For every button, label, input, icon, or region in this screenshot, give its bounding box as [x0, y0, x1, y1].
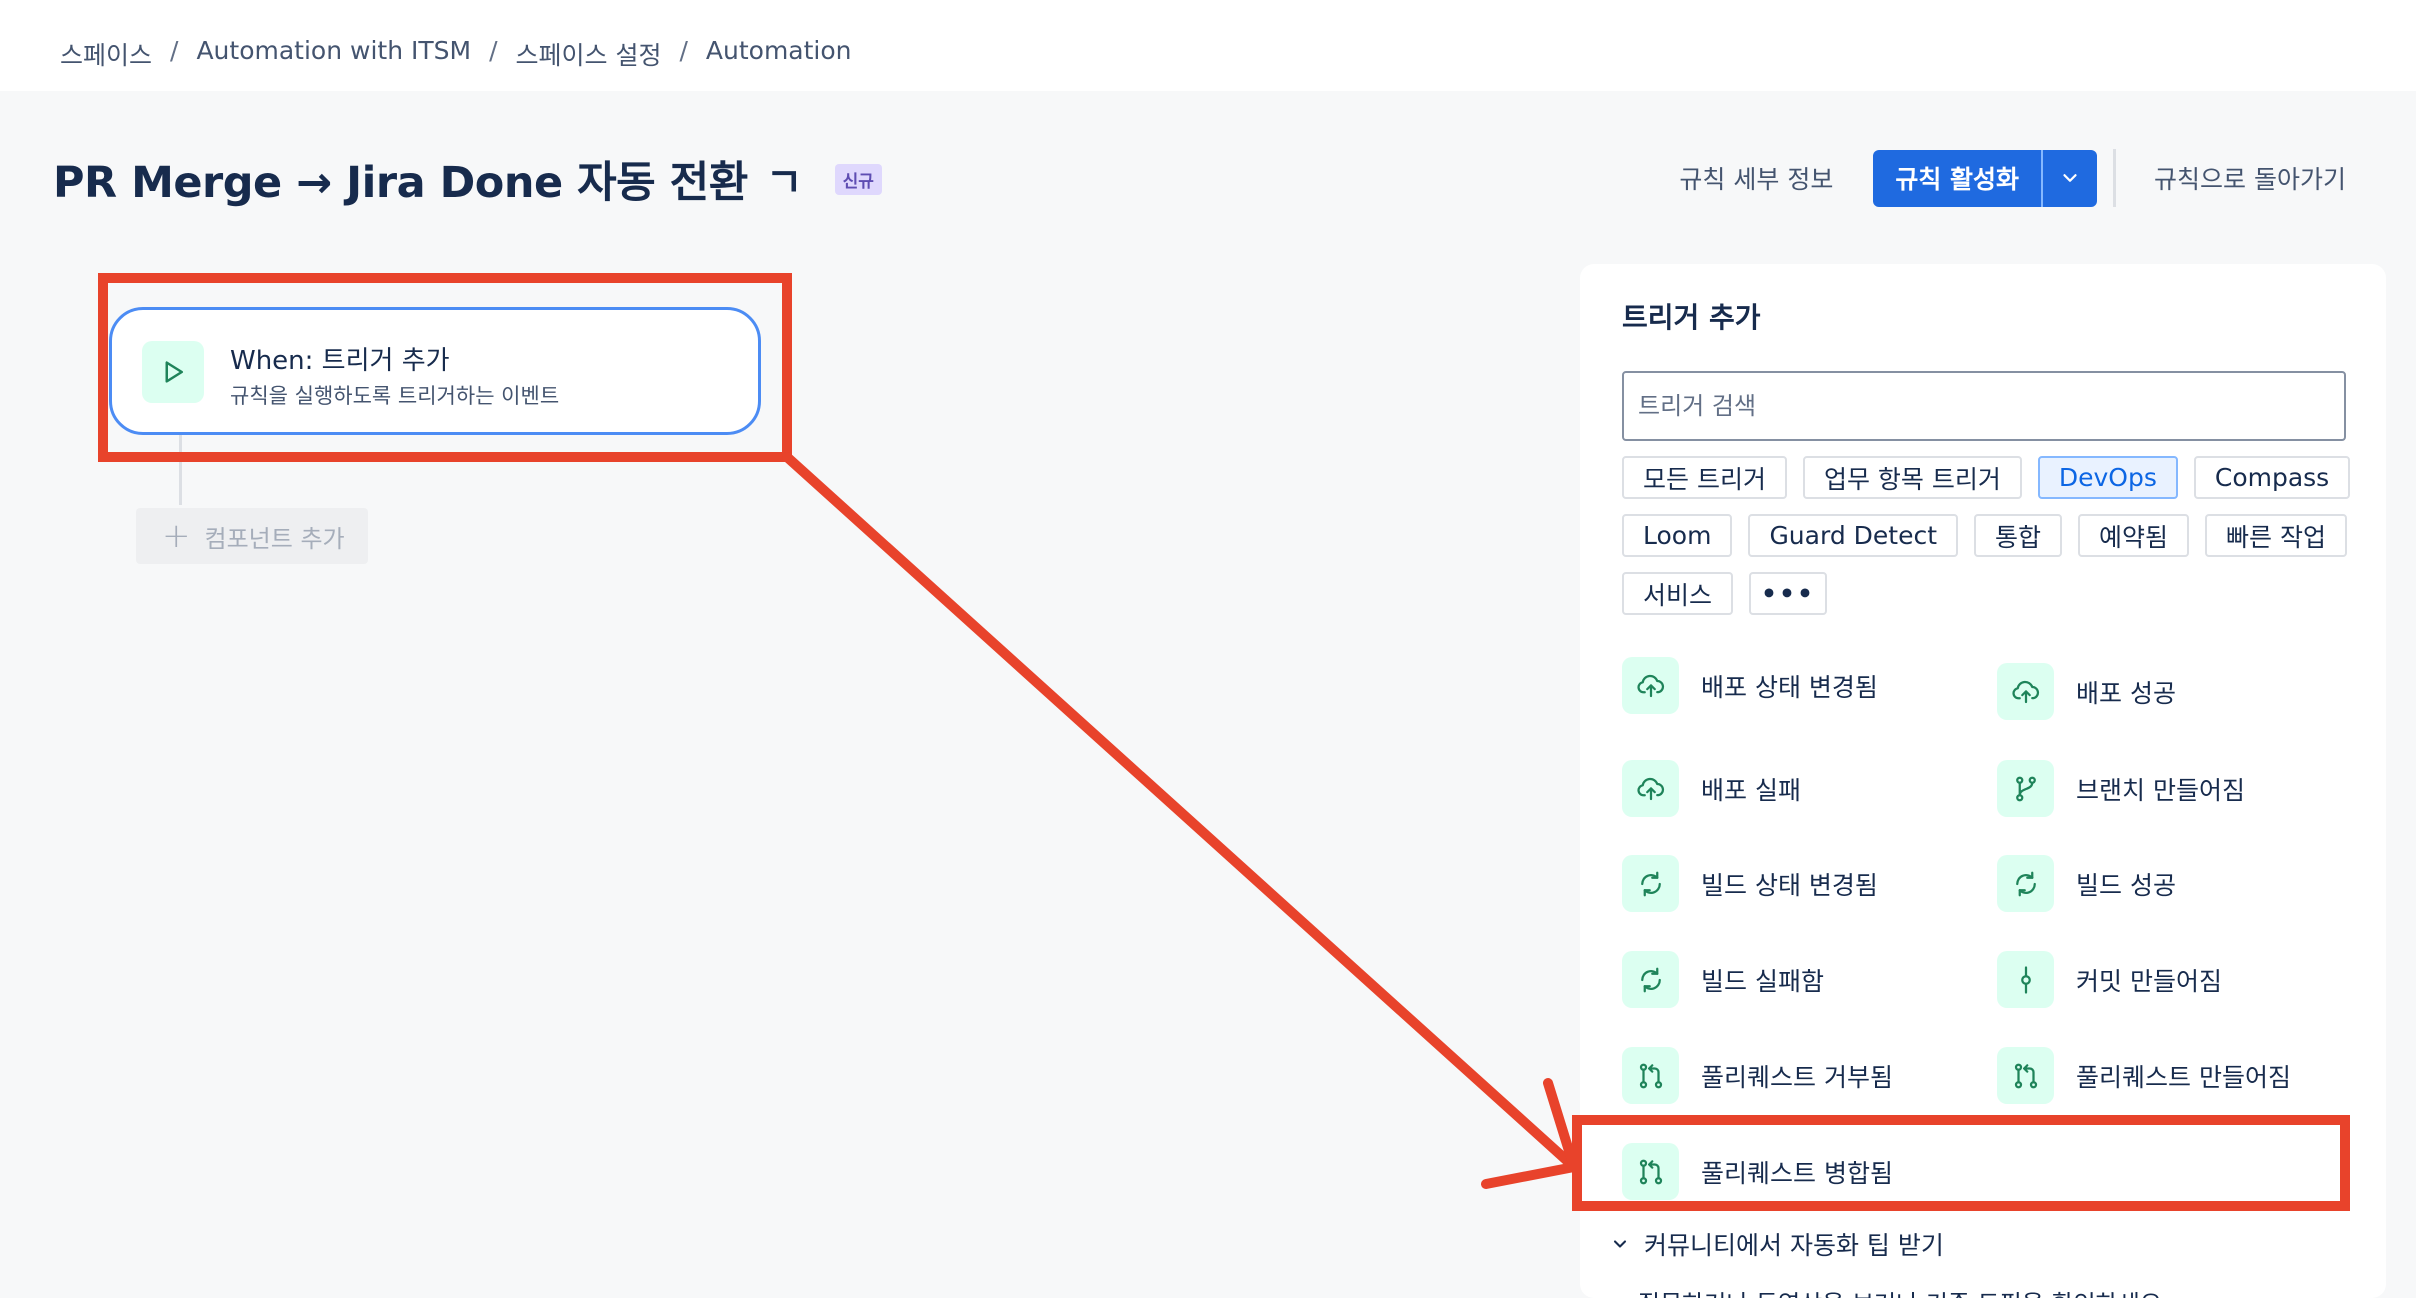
more-options-icon[interactable]: •••	[1749, 572, 1827, 615]
trigger-label: 풀리퀘스트 병합됨	[1701, 1158, 1893, 1188]
chip-integrations[interactable]: 통합	[1974, 514, 2063, 557]
trigger-label: 풀리퀘스트 거부됨	[1701, 1062, 1893, 1092]
rule-details-button[interactable]: 규칙 세부 정보	[1661, 148, 1851, 208]
community-tips-label: 커뮤니티에서 자동화 팁 받기	[1644, 1231, 1944, 1260]
top-bar: 스페이스 / Automation with ITSM / 스페이스 설정 / …	[0, 0, 2416, 91]
add-trigger-panel: 트리거 추가 모든 트리거 업무 항목 트리거 DevOps Compass L…	[1580, 264, 2386, 1298]
trigger-node[interactable]: When: 트리거 추가 규칙을 실행하도록 트리거하는 이벤트	[109, 307, 761, 435]
breadcrumb-item-project[interactable]: Automation with ITSM	[196, 36, 471, 72]
chip-loom[interactable]: Loom	[1622, 514, 1733, 557]
trigger-node-title: When: 트리거 추가	[230, 346, 450, 376]
add-component-button[interactable]: + 컴포넌트 추가	[136, 508, 368, 564]
status-badge: 신규	[834, 163, 882, 195]
back-to-rules-button[interactable]: 규칙으로 돌아가기	[2136, 148, 2364, 208]
commit-icon	[1997, 951, 2054, 1008]
trigger-item[interactable]: 풀리퀘스트 거부됨	[1622, 1047, 1893, 1104]
trigger-item-pr-merged[interactable]: 풀리퀘스트 병합됨	[1622, 1143, 1893, 1200]
refresh-icon	[1997, 855, 2054, 912]
refresh-icon	[1622, 951, 1679, 1008]
header-actions: 규칙 세부 정보 규칙 활성화 규칙으로 돌아가기	[1661, 148, 2364, 208]
play-icon	[142, 341, 204, 403]
trigger-label: 배포 실패	[1701, 775, 1801, 805]
community-tips-text: 질문하거나 동영상을 보거나 기존 토픽을 확인하세요	[1638, 1284, 2162, 1298]
trigger-item[interactable]: 빌드 상태 변경됨	[1622, 855, 1878, 912]
activate-split-button: 규칙 활성화	[1873, 149, 2098, 207]
trigger-label: 빌드 성공	[2076, 870, 2176, 900]
page-title[interactable]: PR Merge → Jira Done 자동 전환	[53, 148, 748, 210]
chip-work-item-triggers[interactable]: 업무 항목 트리거	[1802, 456, 2022, 499]
breadcrumb-item-settings[interactable]: 스페이스 설정	[516, 36, 662, 72]
title-row: PR Merge → Jira Done 자동 전환 ㄱ 신규	[53, 148, 882, 210]
trigger-label: 커밋 만들어짐	[2076, 966, 2222, 996]
trigger-label: 빌드 상태 변경됨	[1701, 870, 1878, 900]
trigger-item[interactable]: 브랜치 만들어짐	[1997, 760, 2245, 817]
trigger-label: 브랜치 만들어짐	[2076, 775, 2245, 805]
trigger-item[interactable]: 커밋 만들어짐	[1997, 951, 2222, 1008]
pull-request-icon	[1997, 1047, 2054, 1104]
chip-services[interactable]: 서비스	[1622, 572, 1734, 615]
chevron-down-icon[interactable]	[2041, 149, 2098, 207]
trigger-item[interactable]: 풀리퀘스트 만들어짐	[1997, 1047, 2291, 1104]
cloud-upload-icon	[1997, 663, 2054, 720]
node-connector	[179, 435, 182, 505]
panel-title: 트리거 추가	[1622, 301, 1761, 334]
chip-all-triggers[interactable]: 모든 트리거	[1622, 456, 1787, 499]
category-chips: 모든 트리거 업무 항목 트리거 DevOps Compass Loom Gua…	[1622, 456, 2362, 615]
chip-devops[interactable]: DevOps	[2037, 456, 2178, 499]
chevron-down-icon	[1613, 1240, 1627, 1248]
activate-rule-button[interactable]: 규칙 활성화	[1873, 149, 2042, 207]
refresh-icon	[1622, 855, 1679, 912]
trigger-label: 배포 상태 변경됨	[1701, 672, 1878, 702]
cloud-upload-icon	[1622, 760, 1679, 817]
edit-title-icon[interactable]: ㄱ	[766, 150, 803, 208]
trigger-item[interactable]: 배포 실패	[1622, 760, 1801, 817]
trigger-item[interactable]: 빌드 실패함	[1622, 951, 1824, 1008]
pull-request-icon	[1622, 1047, 1679, 1104]
pull-request-icon	[1622, 1143, 1679, 1200]
add-component-label: 컴포넌트 추가	[204, 524, 345, 553]
chip-scheduled[interactable]: 예약됨	[2078, 514, 2190, 557]
divider	[2113, 149, 2117, 207]
plus-icon: +	[162, 516, 191, 556]
community-tips-toggle[interactable]: 커뮤니티에서 자동화 팁 받기	[1610, 1226, 1944, 1262]
chip-compass[interactable]: Compass	[2193, 456, 2351, 499]
annotation-arrow	[782, 452, 1579, 1172]
trigger-label: 배포 성공	[2076, 678, 2176, 708]
trigger-label: 풀리퀘스트 만들어짐	[2076, 1062, 2291, 1092]
trigger-search-input[interactable]	[1622, 371, 2346, 441]
trigger-label: 빌드 실패함	[1701, 966, 1824, 996]
trigger-item[interactable]: 배포 상태 변경됨	[1622, 657, 1878, 714]
breadcrumb-item-automation[interactable]: Automation	[706, 36, 852, 72]
breadcrumb: 스페이스 / Automation with ITSM / 스페이스 설정 / …	[60, 36, 852, 72]
annotation-arrowhead	[1481, 1078, 1579, 1189]
cloud-upload-icon	[1622, 657, 1679, 714]
trigger-item[interactable]: 빌드 성공	[1997, 855, 2176, 912]
chip-quick-actions[interactable]: 빠른 작업	[2205, 514, 2347, 557]
trigger-item[interactable]: 배포 성공	[1997, 663, 2176, 720]
branch-icon	[1997, 760, 2054, 817]
trigger-node-subtitle: 규칙을 실행하도록 트리거하는 이벤트	[230, 384, 560, 408]
breadcrumb-separator: /	[679, 36, 688, 65]
breadcrumb-separator: /	[489, 36, 498, 65]
breadcrumb-separator: /	[170, 36, 179, 65]
breadcrumb-item-space[interactable]: 스페이스	[60, 36, 152, 72]
chip-guard-detect[interactable]: Guard Detect	[1748, 514, 1958, 557]
